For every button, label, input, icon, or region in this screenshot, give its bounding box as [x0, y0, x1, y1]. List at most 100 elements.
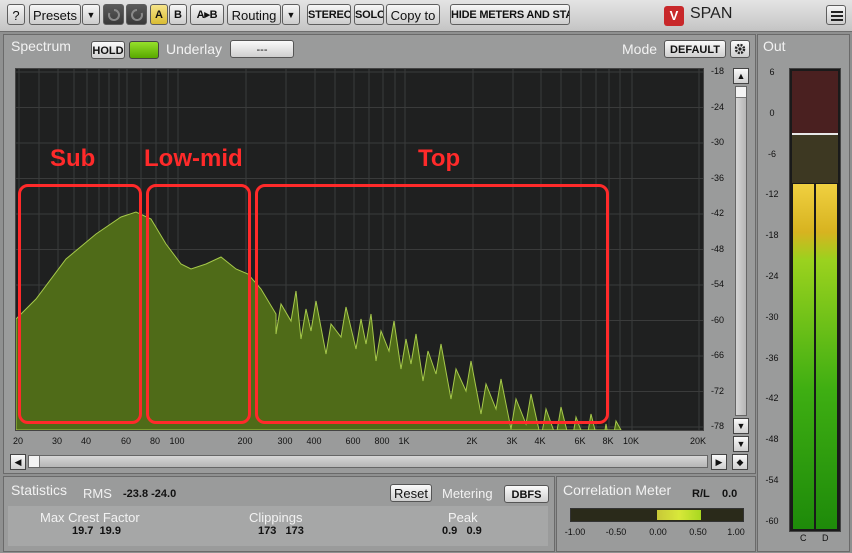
clippings-label: Clippings — [249, 510, 303, 525]
y-tick-label: -36 — [711, 172, 725, 183]
routing-button[interactable]: Routing — [227, 4, 281, 25]
presets-dropdown[interactable]: ▼ — [82, 4, 100, 25]
brand-logo-icon: V — [664, 6, 684, 26]
vertical-scroll-thumb[interactable] — [736, 87, 746, 98]
hold-button[interactable]: HOLD — [91, 41, 125, 59]
x-tick-label: 800 — [374, 436, 390, 446]
crest-factor-values: 19.7 19.9 — [72, 525, 121, 537]
out-scale-label: 6 — [769, 67, 775, 77]
y-tick-label: -78 — [711, 421, 725, 431]
out-scale-label: -12 — [765, 189, 779, 200]
vertical-scrollbar[interactable] — [735, 86, 747, 416]
correlation-indicator — [657, 510, 701, 520]
metering-select[interactable]: DBFS — [504, 485, 549, 503]
region-low-mid — [146, 184, 251, 424]
rl-label: R/L — [692, 488, 710, 500]
y-tick-label: -30 — [711, 137, 725, 147]
y-tick-label: -72 — [711, 385, 725, 396]
y-tick-label: -42 — [711, 208, 725, 218]
out-scale-label: -48 — [765, 434, 779, 445]
scroll-down-button[interactable]: ▼ — [733, 418, 749, 434]
redo-button[interactable] — [126, 4, 147, 25]
x-tick-label: 80 — [149, 436, 160, 446]
horizontal-scrollbar[interactable] — [28, 455, 708, 468]
region-top — [255, 184, 609, 424]
scroll-right-button[interactable]: ▶ — [711, 454, 727, 470]
clippings-values: 173 173 — [258, 525, 304, 537]
hold-indicator[interactable] — [129, 41, 159, 59]
peak-values: 0.9 0.9 — [442, 525, 482, 537]
scroll-up-button[interactable]: ▲ — [733, 68, 749, 84]
brand-name: SPAN — [690, 5, 733, 22]
preset-a-button[interactable]: A — [150, 4, 168, 25]
underlay-label: Underlay — [166, 41, 223, 57]
mode-select[interactable]: DEFAULT — [664, 40, 726, 58]
rms-label: RMS — [83, 486, 112, 501]
x-tick-label: 2K — [466, 436, 478, 446]
peak-label: Peak — [448, 510, 478, 525]
solo-button[interactable]: SOLO — [354, 4, 384, 25]
routing-dropdown[interactable]: ▼ — [282, 4, 300, 25]
correlation-scale-label: 0.00 — [649, 527, 667, 537]
x-tick-label: 1K — [398, 436, 410, 446]
underlay-select[interactable]: --- — [230, 40, 294, 58]
zoom-reset-button[interactable]: ◆ — [732, 454, 748, 470]
x-tick-label: 30 — [51, 436, 62, 446]
correlation-scale-label: -1.00 — [564, 527, 586, 537]
copy-to-button[interactable]: Copy to — [386, 4, 440, 25]
x-tick-label: 100 — [169, 436, 185, 446]
x-tick-label: 8K — [602, 436, 614, 446]
copy-a-to-b-button[interactable]: A▸B — [190, 4, 224, 25]
out-scale-label: -54 — [765, 475, 779, 485]
y-tick-label: -66 — [711, 350, 725, 360]
menu-button[interactable] — [826, 5, 846, 25]
crest-factor-label: Max Crest Factor — [40, 510, 140, 525]
statistics-title: Statistics — [11, 482, 68, 498]
presets-button[interactable]: Presets — [29, 4, 81, 25]
hide-meters-button[interactable]: HIDE METERS AND STATS — [450, 4, 570, 25]
out-scale-label: -36 — [765, 352, 779, 363]
correlation-title: Correlation Meter — [563, 482, 672, 498]
out-channel-right: D — [822, 533, 829, 543]
redo-icon — [130, 9, 143, 21]
x-tick-label: 20 — [12, 436, 23, 446]
stereo-button[interactable]: STEREO — [307, 4, 351, 25]
out-scale-label: 0 — [769, 107, 775, 118]
y-tick-label: -48 — [711, 243, 725, 254]
gear-icon — [734, 43, 746, 55]
toolbar: ? Presets ▼ A B A▸B Routing ▼ STEREO SOL… — [0, 0, 852, 32]
out-scale-label: -60 — [765, 515, 779, 526]
reset-button[interactable]: Reset — [390, 484, 432, 502]
x-tick-label: 6K — [574, 436, 586, 446]
help-button[interactable]: ? — [7, 4, 25, 25]
horizontal-scroll-thumb[interactable] — [29, 456, 40, 467]
region-low-mid-label: Low-mid — [144, 145, 243, 172]
spectrum-title: Spectrum — [11, 38, 71, 54]
out-title: Out — [763, 38, 786, 54]
out-meter-clip-zone — [792, 71, 838, 133]
rms-value: -23.8 -24.0 — [123, 488, 177, 500]
x-tick-label: 200 — [237, 436, 253, 446]
x-tick-label: 400 — [306, 436, 322, 446]
out-scale-label: -30 — [765, 311, 779, 322]
out-meter-warn-zone — [792, 135, 838, 183]
x-tick-label: 10K — [623, 436, 640, 446]
scroll-down-button-2[interactable]: ▼ — [733, 436, 749, 452]
scroll-left-button[interactable]: ◀ — [10, 454, 26, 470]
correlation-scale-label: 1.00 — [727, 527, 745, 537]
out-meter-peak-hold — [792, 133, 838, 135]
correlation-scale-label: -0.50 — [605, 527, 627, 537]
x-tick-label: 300 — [277, 436, 293, 446]
mode-label: Mode — [622, 41, 658, 57]
metering-label: Metering — [442, 486, 493, 501]
region-top-label: Top — [418, 145, 461, 172]
x-tick-label: 600 — [345, 436, 361, 446]
rl-value: 0.0 — [722, 488, 738, 500]
correlation-scale-label: 0.50 — [689, 527, 707, 537]
y-tick-label: -60 — [711, 314, 725, 325]
settings-button[interactable] — [730, 40, 750, 58]
preset-b-button[interactable]: B — [169, 4, 187, 25]
x-tick-label: 40 — [80, 436, 91, 446]
x-tick-label: 4K — [534, 436, 546, 446]
undo-button[interactable] — [103, 4, 124, 25]
